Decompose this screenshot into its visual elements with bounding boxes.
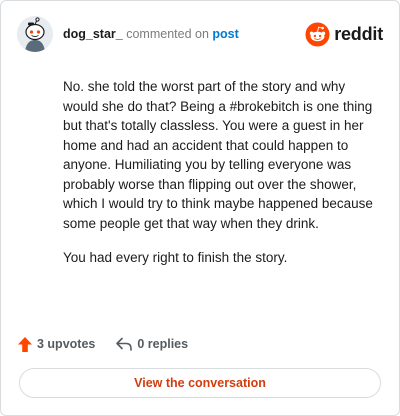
user-avatar[interactable] (17, 16, 53, 52)
comment-header: dog_star_ commented on post reddit (17, 15, 383, 55)
reply-arrow-icon (116, 337, 133, 351)
comment-paragraph: You had every right to finish the story. (63, 250, 288, 265)
upvote-arrow-icon (18, 336, 32, 352)
replies-count: 0 replies (137, 337, 189, 351)
comment-paragraph: No. she told the worst part of the story… (63, 79, 373, 231)
reddit-logo-icon (305, 21, 330, 47)
replies-button[interactable]: 0 replies (115, 336, 188, 352)
upvotes-count: 3 upvotes (37, 337, 96, 351)
reddit-wordmark: reddit (334, 23, 383, 44)
username-link[interactable]: dog_star_ (63, 27, 123, 41)
view-conversation-button[interactable]: View the conversation (19, 368, 381, 398)
comment-byline: dog_star_ commented on post (63, 26, 239, 42)
comment-actions: 3 upvotes 0 replies (17, 335, 188, 353)
reddit-brand[interactable]: reddit (305, 21, 383, 47)
embedded-comment-card: dog_star_ commented on post reddit No. s… (0, 0, 400, 416)
avatar-snoo-icon (17, 16, 53, 52)
commented-on-text: commented on (126, 27, 209, 41)
upvotes-button[interactable]: 3 upvotes (17, 336, 95, 353)
post-link[interactable]: post (212, 27, 238, 41)
comment-body: No. she told the worst part of the story… (63, 77, 381, 283)
